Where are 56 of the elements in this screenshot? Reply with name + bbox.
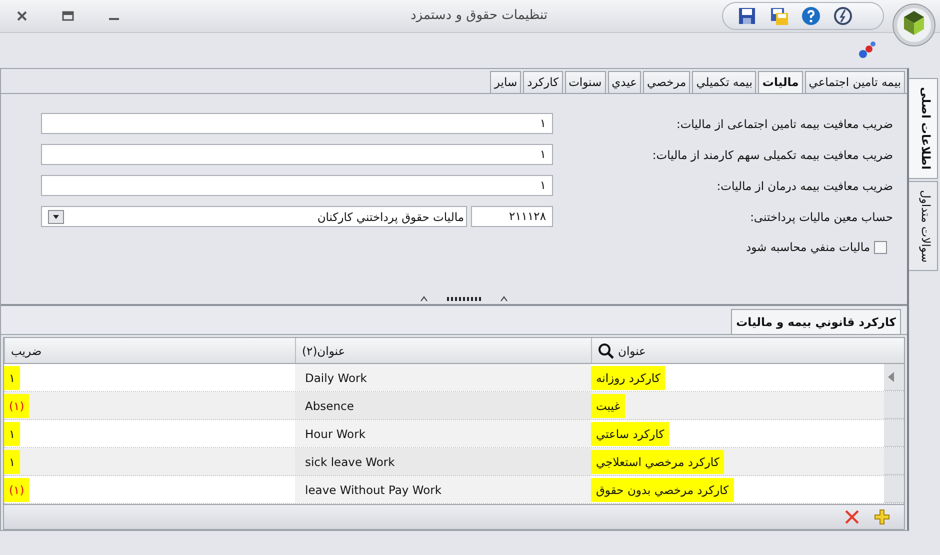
tab[interactable]: مالیات: [758, 71, 803, 93]
lightning-icon[interactable]: [833, 6, 853, 26]
field-label: حساب معین مالیات پرداختنی:: [749, 210, 894, 224]
tab[interactable]: مرخصي: [643, 71, 690, 93]
field-label: ضریب معافیت بیمه تامین اجتماعی از مالیات:: [675, 116, 894, 130]
splitter-handle[interactable]: [419, 294, 509, 302]
table-cell: کارکرد مرخصي بدون حقوق: [591, 478, 734, 502]
checkbox[interactable]: [874, 240, 887, 254]
table-cell: کارکرد روزانه: [591, 366, 666, 390]
column-header[interactable]: عنوان(۲): [295, 338, 591, 363]
table-cell: کارکرد ساعتي: [591, 422, 670, 446]
balls-icon[interactable]: [858, 41, 876, 60]
table-cell: ۱: [4, 366, 20, 390]
logo-icon[interactable]: [892, 3, 936, 47]
row-indicator[interactable]: [884, 364, 904, 391]
tab[interactable]: عيدي: [608, 71, 642, 93]
field-label: ضریب معافیت بیمه درمان از مالیات:: [716, 178, 894, 192]
table-cell: (۱): [4, 394, 30, 418]
side-tab[interactable]: سوالات متداول: [909, 180, 938, 272]
table-cell: Absence: [305, 398, 354, 412]
tab[interactable]: بیمه تکمیلي: [692, 71, 756, 93]
table-cell: Hour Work: [305, 426, 366, 440]
window-title: تنظیمات حقوق و دستمزد: [409, 8, 548, 24]
help-icon[interactable]: [801, 6, 821, 26]
table-cell: غيبت: [591, 394, 626, 418]
table-cell: leave Without Pay Work: [305, 482, 442, 496]
current-row-icon: [888, 372, 894, 382]
close-icon[interactable]: [16, 10, 28, 22]
tab[interactable]: بیمه تامین اجتماعي: [804, 71, 905, 93]
column-header[interactable]: عنوان: [591, 338, 904, 363]
input-field[interactable]: ۱: [41, 144, 553, 165]
table-cell: ۱: [4, 422, 20, 446]
save-all-icon[interactable]: [769, 6, 789, 26]
table-cell: sick leave Work: [305, 454, 395, 468]
tab[interactable]: سنوات: [564, 71, 606, 93]
account-dropdown[interactable]: مالیات حقوق پرداختني کارکنان: [41, 206, 467, 227]
table-cell: ۱: [4, 450, 20, 474]
field-label: ضریب معافیت بیمه تکمیلی سهم کارمند از مالیات:: [651, 148, 894, 162]
delete-icon[interactable]: [844, 509, 860, 525]
tab[interactable]: سایر: [490, 71, 522, 93]
tab[interactable]: کارکرد قانوني بیمه و مالیات: [731, 309, 901, 334]
tab[interactable]: کارکرد: [523, 71, 563, 93]
table-cell: (۱): [4, 478, 30, 502]
save-icon[interactable]: [737, 6, 757, 26]
dropdown-icon[interactable]: [48, 210, 64, 224]
column-header[interactable]: ضریب: [4, 338, 295, 363]
table-cell: Daily Work: [305, 370, 367, 384]
side-tab[interactable]: اطلاعات اصلی: [909, 78, 938, 179]
table-cell: کارکرد مرخصي استعلاجي: [591, 450, 724, 474]
input-field[interactable]: ۱: [41, 175, 553, 196]
maximize-icon[interactable]: [62, 10, 74, 22]
account-code-field[interactable]: ۲۱۱۱۲۸: [471, 206, 553, 227]
add-icon[interactable]: [874, 509, 890, 525]
search-icon[interactable]: [598, 342, 614, 358]
input-field[interactable]: ۱: [41, 113, 553, 134]
checkbox-label: مالیات منفي محاسبه شود: [746, 240, 870, 254]
